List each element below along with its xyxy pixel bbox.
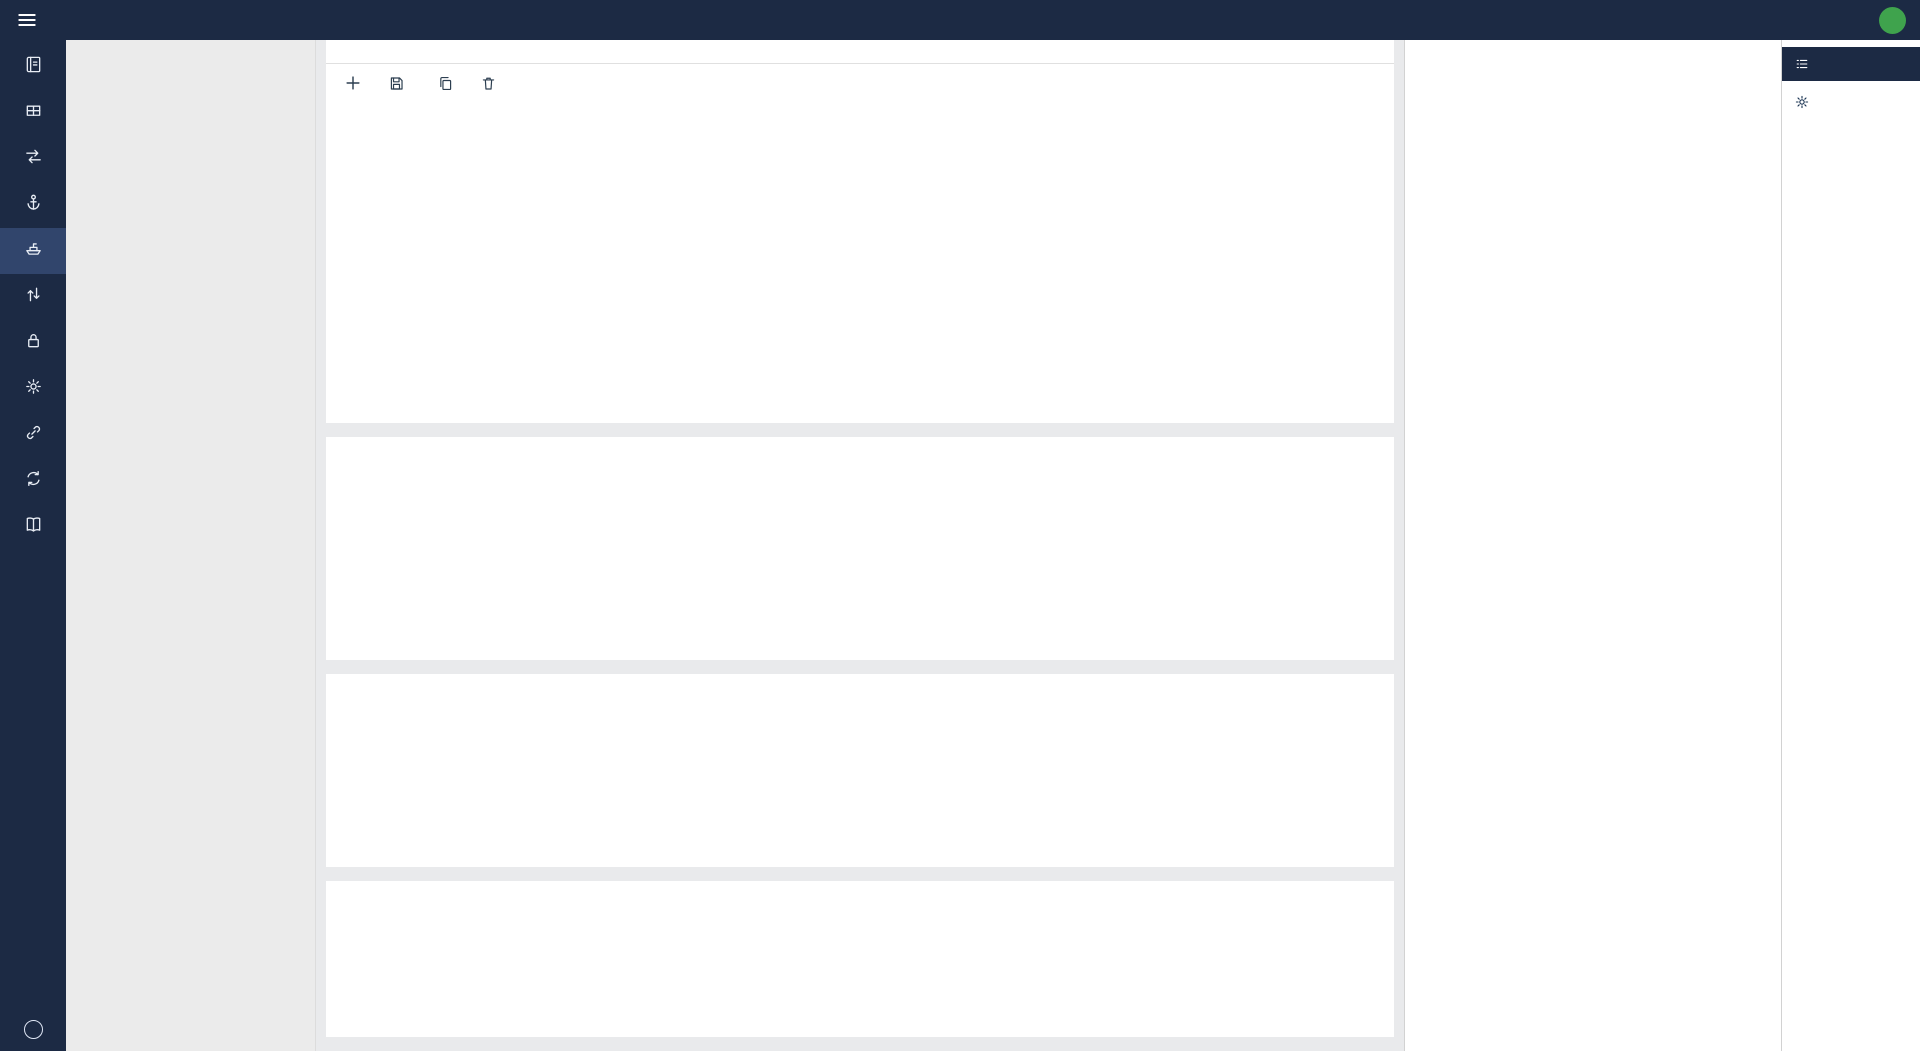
veslink-icon bbox=[24, 423, 43, 442]
sidebar-item-cargo-names[interactable] bbox=[0, 90, 66, 136]
save-button[interactable] bbox=[388, 75, 411, 92]
left-rail bbox=[0, 40, 66, 1051]
cargo-names-icon bbox=[24, 101, 43, 120]
add-button[interactable] bbox=[344, 74, 362, 92]
sidebar-item-veslink[interactable] bbox=[0, 412, 66, 458]
ports-anchor-icon bbox=[24, 193, 43, 212]
delete-button[interactable] bbox=[480, 75, 497, 92]
sidebar-item-ports[interactable] bbox=[0, 182, 66, 228]
main-content bbox=[316, 40, 1404, 1051]
sidebar-item-replication[interactable] bbox=[0, 458, 66, 504]
properties-gear-icon bbox=[1794, 94, 1810, 110]
summary-panel bbox=[1404, 40, 1781, 1051]
speed-consumption-section bbox=[326, 674, 1394, 867]
inport-consumption-section bbox=[326, 437, 1394, 660]
rail-summary-button[interactable] bbox=[1782, 47, 1920, 81]
sidebar-item-data-dictionary[interactable] bbox=[0, 504, 66, 550]
plus-icon bbox=[344, 74, 362, 92]
sidebar-item-security[interactable] bbox=[0, 320, 66, 366]
copy-button[interactable] bbox=[437, 75, 454, 92]
vessel-list-panel bbox=[66, 40, 316, 1051]
sidebar-item-settings[interactable] bbox=[0, 366, 66, 412]
summary-list-icon bbox=[1794, 56, 1810, 72]
page-title bbox=[344, 52, 1376, 63]
sidebar-item-address-book[interactable] bbox=[0, 44, 66, 90]
vessels-ship-icon bbox=[24, 239, 43, 258]
rail-properties-button[interactable] bbox=[1782, 85, 1920, 119]
data-dictionary-icon bbox=[24, 515, 43, 534]
avatar[interactable] bbox=[1879, 7, 1906, 34]
add-new-row-link[interactable] bbox=[344, 469, 1376, 479]
toolbar bbox=[344, 64, 1376, 106]
menu-icon[interactable] bbox=[16, 9, 38, 31]
settings-gear-icon bbox=[24, 377, 43, 396]
interface-messages-icon bbox=[24, 285, 43, 304]
copy-icon bbox=[437, 75, 454, 92]
distances-icon bbox=[24, 147, 43, 166]
address-book-icon bbox=[24, 55, 43, 74]
top-bar bbox=[0, 0, 1920, 40]
trash-icon bbox=[480, 75, 497, 92]
vessel-form-section bbox=[326, 40, 1394, 423]
help-icon[interactable] bbox=[24, 1020, 43, 1039]
add-new-row-link[interactable] bbox=[344, 694, 1376, 704]
save-disk-icon bbox=[388, 75, 405, 92]
security-lock-icon bbox=[24, 331, 43, 350]
sidebar-item-interface-messages[interactable] bbox=[0, 274, 66, 320]
replication-icon bbox=[24, 469, 43, 488]
sidebar-item-vessels[interactable] bbox=[0, 228, 66, 274]
right-rail bbox=[1781, 40, 1920, 1051]
sidebar-item-distances[interactable] bbox=[0, 136, 66, 182]
variables-section bbox=[326, 881, 1394, 1037]
